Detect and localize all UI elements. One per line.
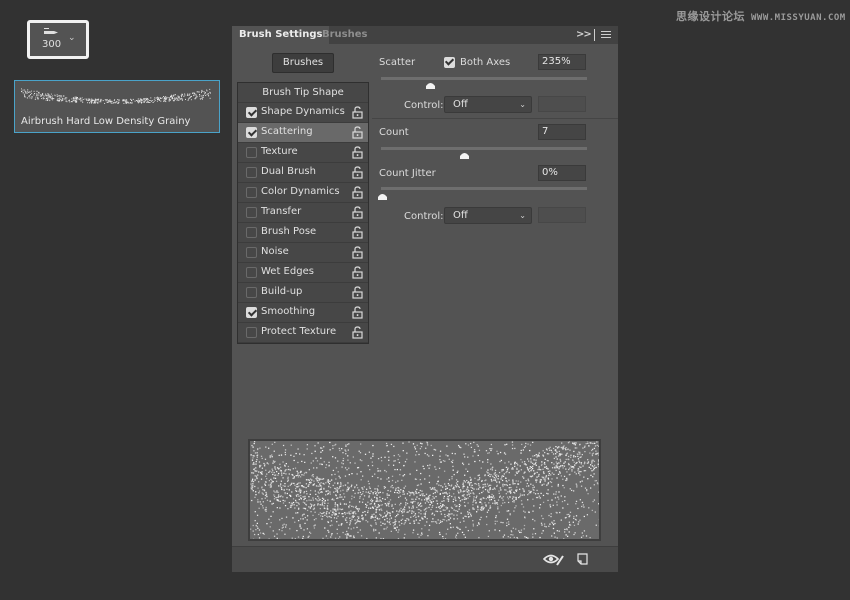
brush-preset-name: Airbrush Hard Low Density Grainy xyxy=(21,116,191,127)
scatter-control-label: Control: xyxy=(404,100,444,111)
list-item-dual-brush[interactable]: Dual Brush xyxy=(238,163,368,183)
count-slider-thumb[interactable] xyxy=(459,151,470,160)
watermark: 思缘设计论坛 WWW.MISSYUAN.COM xyxy=(676,8,846,24)
count-jitter-control-extra-input[interactable] xyxy=(538,207,586,223)
checkbox[interactable] xyxy=(246,227,257,238)
list-item-noise[interactable]: Noise xyxy=(238,243,368,263)
checkbox[interactable] xyxy=(246,127,257,138)
lock-icon[interactable] xyxy=(352,266,363,279)
tab-brushes[interactable]: Brushes xyxy=(315,26,374,44)
section-divider xyxy=(372,118,618,119)
count-value-input[interactable]: 7 xyxy=(538,124,586,140)
count-jitter-control-select[interactable]: Off ⌄ xyxy=(444,207,532,224)
checkbox[interactable] xyxy=(246,247,257,258)
scatter-slider-thumb[interactable] xyxy=(425,81,436,90)
new-brush-icon[interactable] xyxy=(577,553,588,565)
panel-bottom-bar xyxy=(232,546,618,572)
checkbox[interactable] xyxy=(246,107,257,118)
count-jitter-value-input[interactable]: 0% xyxy=(538,165,586,181)
brush-stroke-thumbnail xyxy=(21,88,211,104)
watermark-chinese: 思缘设计论坛 xyxy=(676,10,745,23)
list-item-label: Texture xyxy=(261,146,298,157)
brush-preset-picker[interactable]: 300 ⌄ xyxy=(27,20,89,59)
chevron-down-icon: ⌄ xyxy=(519,100,526,109)
checkbox[interactable] xyxy=(246,267,257,278)
scatter-value-input[interactable]: 235% xyxy=(538,54,586,70)
brush-tip-shape-item[interactable]: Brush Tip Shape xyxy=(238,83,368,103)
list-item-texture[interactable]: Texture xyxy=(238,143,368,163)
airbrush-icon xyxy=(44,28,58,34)
list-item-label: Smoothing xyxy=(261,306,316,317)
brush-stroke-preview xyxy=(248,439,601,541)
scatter-control-value: Off xyxy=(453,99,468,110)
both-axes-checkbox[interactable] xyxy=(444,57,455,68)
list-item-label: Transfer xyxy=(261,206,302,217)
list-item-label: Build-up xyxy=(261,286,303,297)
toggle-preview-icon[interactable] xyxy=(543,553,565,566)
count-jitter-label: Count Jitter xyxy=(379,168,436,179)
tabbar-divider xyxy=(594,29,595,41)
list-item-transfer[interactable]: Transfer xyxy=(238,203,368,223)
lock-icon[interactable] xyxy=(352,186,363,199)
list-item-scattering[interactable]: Scattering xyxy=(238,123,368,143)
scatter-control-extra-input[interactable] xyxy=(538,96,586,112)
list-item-build-up[interactable]: Build-up xyxy=(238,283,368,303)
chevron-down-icon[interactable]: ⌄ xyxy=(68,33,76,43)
list-item-label: Brush Pose xyxy=(261,226,317,237)
scatter-label: Scatter xyxy=(379,57,416,68)
list-item-wet-edges[interactable]: Wet Edges xyxy=(238,263,368,283)
lock-icon[interactable] xyxy=(352,226,363,239)
checkbox[interactable] xyxy=(246,207,257,218)
count-jitter-slider-thumb[interactable] xyxy=(377,192,388,201)
scatter-slider-track[interactable] xyxy=(381,77,587,80)
lock-icon[interactable] xyxy=(352,206,363,219)
lock-icon[interactable] xyxy=(352,306,363,319)
list-item-label: Noise xyxy=(261,246,289,257)
checkbox[interactable] xyxy=(246,187,257,198)
list-item-label: Shape Dynamics xyxy=(261,106,345,117)
list-item-label: Color Dynamics xyxy=(261,186,340,197)
checkbox[interactable] xyxy=(246,147,257,158)
count-jitter-control-label: Control: xyxy=(404,211,444,222)
list-item-brush-pose[interactable]: Brush Pose xyxy=(238,223,368,243)
checkbox[interactable] xyxy=(246,287,257,298)
list-item-shape-dynamics[interactable]: Shape Dynamics xyxy=(238,103,368,123)
panel-menu-icon[interactable] xyxy=(601,31,611,39)
list-item-label: Dual Brush xyxy=(261,166,316,177)
checkbox[interactable] xyxy=(246,327,257,338)
brush-settings-panel: Brush Settings Brushes >> Brushes Brush … xyxy=(232,26,618,572)
brush-settings-list: Brush Tip Shape Shape Dynamics Scattering… xyxy=(237,82,369,344)
list-item-smoothing[interactable]: Smoothing xyxy=(238,303,368,323)
lock-icon[interactable] xyxy=(352,146,363,159)
collapse-panel-icon[interactable]: >> xyxy=(576,29,592,40)
list-item-label: Scattering xyxy=(261,126,313,137)
count-label: Count xyxy=(379,127,409,138)
list-item-protect-texture[interactable]: Protect Texture xyxy=(238,323,368,343)
brush-preset-card[interactable]: Airbrush Hard Low Density Grainy xyxy=(14,80,220,133)
both-axes-label: Both Axes xyxy=(460,57,511,68)
list-item-color-dynamics[interactable]: Color Dynamics xyxy=(238,183,368,203)
brush-size-label: 300 xyxy=(42,39,62,50)
count-slider-track[interactable] xyxy=(381,147,587,150)
stroke-preview-canvas xyxy=(250,441,599,539)
lock-icon[interactable] xyxy=(352,166,363,179)
lock-icon[interactable] xyxy=(352,106,363,119)
lock-icon[interactable] xyxy=(352,286,363,299)
scatter-control-select[interactable]: Off ⌄ xyxy=(444,96,532,113)
chevron-down-icon: ⌄ xyxy=(519,211,526,220)
checkbox[interactable] xyxy=(246,307,257,318)
checkbox[interactable] xyxy=(246,167,257,178)
lock-icon[interactable] xyxy=(352,326,363,339)
panel-tab-bar: Brush Settings Brushes >> xyxy=(232,26,618,44)
count-jitter-slider-track[interactable] xyxy=(381,187,587,190)
count-jitter-control-value: Off xyxy=(453,210,468,221)
lock-icon[interactable] xyxy=(352,126,363,139)
list-item-label: Wet Edges xyxy=(261,266,314,277)
lock-icon[interactable] xyxy=(352,246,363,259)
watermark-url: WWW.MISSYUAN.COM xyxy=(751,13,846,23)
list-item-label: Protect Texture xyxy=(261,326,337,337)
brushes-button[interactable]: Brushes xyxy=(272,53,334,73)
